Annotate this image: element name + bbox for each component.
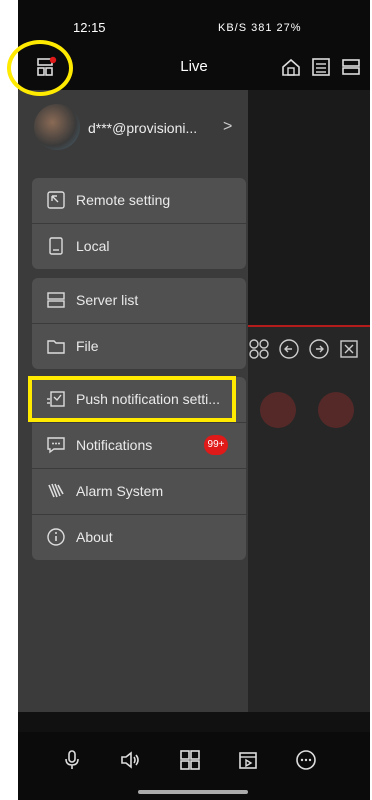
menu-item-label: Server list — [76, 292, 139, 308]
home-indicator — [138, 790, 248, 794]
playback-icon[interactable] — [236, 748, 260, 772]
menu-item-label: Alarm System — [76, 483, 164, 499]
menu-group-files: Server list File — [32, 278, 246, 369]
server-list-icon — [47, 292, 65, 308]
menu-item-alarm-system[interactable]: Alarm System — [32, 469, 246, 515]
menu-item-label: File — [76, 338, 99, 354]
record-button[interactable] — [260, 392, 296, 428]
local-device-icon — [49, 237, 63, 255]
status-bar: 12:15 KB/S 381 27% — [18, 0, 370, 42]
account-email: d***@provisioni... — [88, 120, 198, 136]
status-indicators: KB/S 381 27% — [218, 22, 302, 34]
avatar[interactable] — [34, 104, 80, 150]
microphone-icon[interactable] — [60, 748, 84, 772]
next-icon[interactable] — [308, 338, 330, 360]
menu-item-about[interactable]: About — [32, 515, 246, 560]
live-controls-panel — [248, 327, 370, 712]
menu-item-label: Local — [76, 238, 110, 254]
menu-item-file[interactable]: File — [32, 324, 246, 369]
highlight-circle-annotation — [7, 40, 73, 96]
server-icon[interactable] — [340, 56, 362, 78]
menu-item-notifications[interactable]: Notifications 99+ — [32, 423, 246, 469]
notifications-icon — [47, 437, 65, 454]
live-view-area[interactable] — [248, 90, 370, 327]
menu-item-label: Remote setting — [76, 192, 171, 208]
menu-item-label: About — [76, 529, 113, 545]
home-icon[interactable] — [280, 56, 302, 78]
menu-item-server-list[interactable]: Server list — [32, 278, 246, 324]
alarm-system-icon — [48, 483, 64, 498]
previous-icon[interactable] — [278, 338, 300, 360]
menu-item-local[interactable]: Local — [32, 224, 246, 269]
close-window-icon[interactable] — [338, 338, 360, 360]
chevron-right-icon: > — [223, 118, 233, 135]
profile-row[interactable]: d***@provisioni... > — [18, 90, 248, 168]
folder-icon — [47, 340, 65, 354]
grid-layout-icon[interactable] — [178, 748, 202, 772]
about-icon — [47, 528, 65, 546]
speaker-icon[interactable] — [118, 748, 142, 772]
highlight-rect-annotation — [28, 376, 236, 422]
device-grid-icon[interactable] — [310, 56, 332, 78]
snapshot-button[interactable] — [318, 392, 354, 428]
menu-item-remote-setting[interactable]: Remote setting — [32, 178, 246, 224]
notification-count-badge: 99+ — [204, 435, 228, 455]
ptz-icon[interactable] — [248, 338, 270, 360]
menu-group-device: Remote setting Local — [32, 178, 246, 269]
status-time: 12:15 — [73, 20, 106, 35]
remote-setting-icon — [47, 191, 65, 209]
more-options-icon[interactable] — [294, 748, 318, 772]
